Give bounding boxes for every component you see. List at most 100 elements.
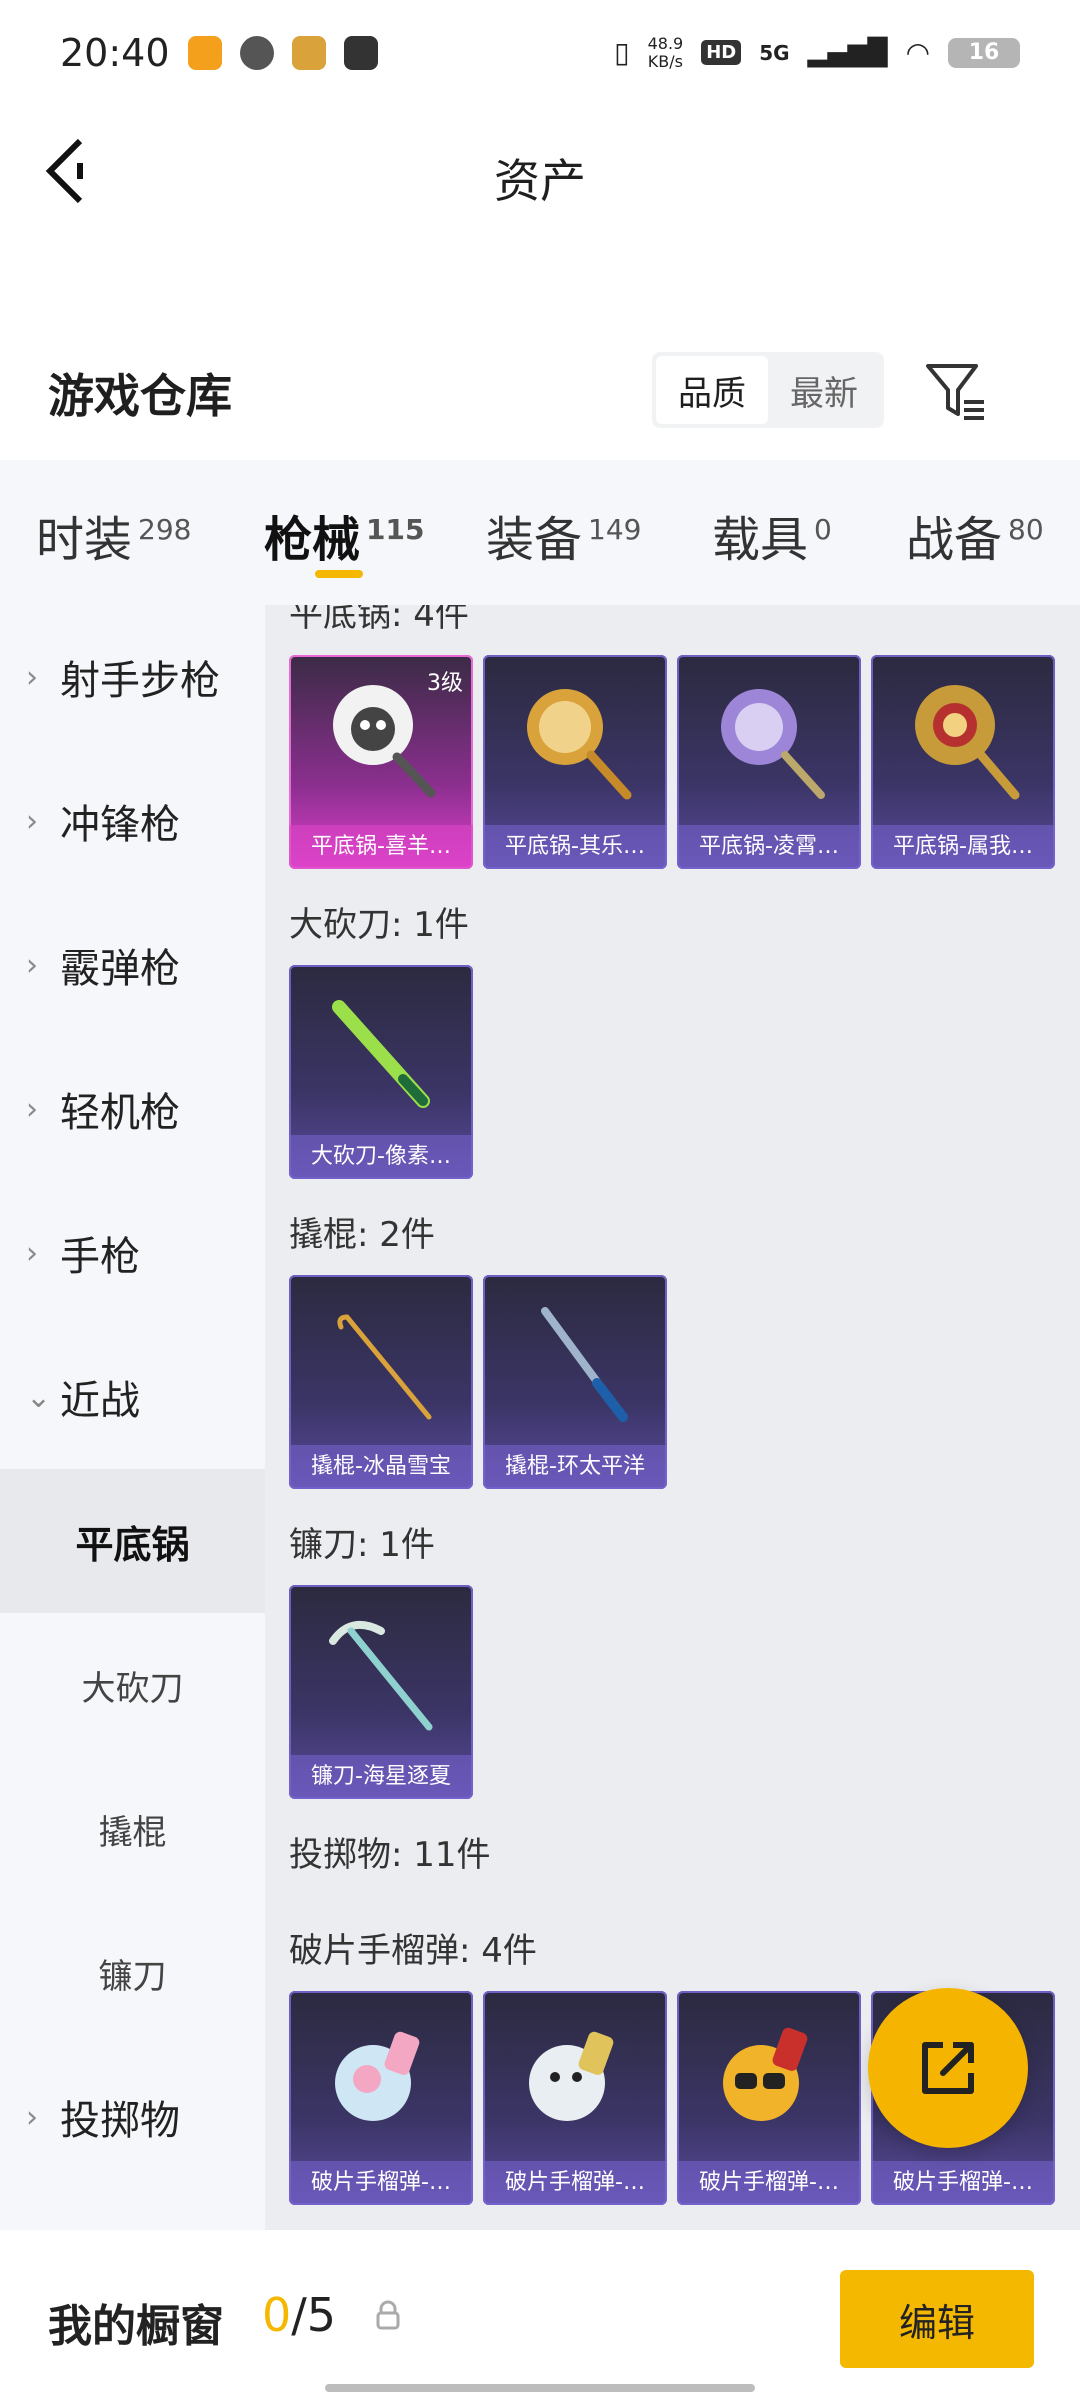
item-caption: 撬棍-环太平洋 bbox=[483, 1445, 667, 1489]
section-label-machete: 大砍刀: 1件 bbox=[289, 905, 469, 945]
machete-pixel-skin-icon bbox=[332, 1000, 430, 1108]
tab-label: 时装 bbox=[36, 512, 133, 568]
sidebar-item-shotgun[interactable]: › 霰弹枪 bbox=[0, 893, 265, 1037]
sidebar-item-marksman-rifle[interactable]: › 射手步枪 bbox=[0, 605, 265, 749]
pan-belong-skin-icon bbox=[915, 685, 1020, 800]
net-speed-value: 48.9 bbox=[647, 33, 684, 53]
sidebar-item-smg[interactable]: › 冲锋枪 bbox=[0, 749, 265, 893]
lock-icon bbox=[376, 2300, 400, 2330]
tab-supplies[interactable]: 战备 80 bbox=[906, 500, 1044, 570]
link-notification-icon bbox=[239, 35, 274, 70]
section-label-pan: 平底锅: 4件 bbox=[289, 605, 469, 635]
sidebar-subitem-pan[interactable]: 平底锅 bbox=[0, 1469, 265, 1613]
item-caption: 破片手榴弹-… bbox=[677, 2161, 861, 2205]
item-caption: 平底锅-喜羊… bbox=[289, 825, 473, 869]
section-label-crowbar: 撬棍: 2件 bbox=[289, 1215, 435, 1255]
sidebar-item-pistol[interactable]: › 手枪 bbox=[0, 1181, 265, 1325]
sidebar-item-label: 手枪 bbox=[60, 1234, 140, 1280]
tab-label: 装备 bbox=[486, 512, 583, 568]
pan-joy-skin-icon bbox=[527, 689, 632, 800]
showcase-count: 0/5 bbox=[262, 2288, 336, 2342]
item-card[interactable]: 破片手榴弹-… bbox=[677, 1991, 861, 2205]
item-card[interactable]: 平底锅-其乐… bbox=[483, 655, 667, 869]
net-speed-unit: KB/s bbox=[647, 51, 683, 71]
section-label-throwables: 投掷物: 11件 bbox=[289, 1835, 491, 1875]
battery-indicator: 16 bbox=[948, 37, 1020, 68]
item-card[interactable]: 撬棍-环太平洋 bbox=[483, 1275, 667, 1489]
item-card[interactable]: 3级 平底锅-喜羊… bbox=[289, 655, 473, 869]
message-notification-icon bbox=[343, 35, 378, 70]
filter-button[interactable] bbox=[920, 356, 990, 426]
chevron-right-icon: › bbox=[26, 659, 38, 695]
item-caption: 大砍刀-像素… bbox=[289, 1135, 473, 1179]
tab-equipment[interactable]: 装备 149 bbox=[486, 500, 641, 570]
sidebar-item-label: 投掷物 bbox=[60, 2098, 180, 2144]
grenade-skin-3-icon bbox=[723, 2027, 808, 2121]
tab-firearms[interactable]: 枪械 115 bbox=[264, 500, 424, 570]
showcase-current: 0 bbox=[262, 2288, 292, 2342]
sidebar-subitem-machete[interactable]: 大砍刀 bbox=[0, 1613, 265, 1757]
item-card[interactable]: 破片手榴弹-… bbox=[483, 1991, 667, 2205]
share-external-icon bbox=[922, 2042, 974, 2094]
tab-label: 载具 bbox=[712, 512, 809, 568]
sidebar-subitem-crowbar[interactable]: 撬棍 bbox=[0, 1757, 265, 1901]
chevron-right-icon: › bbox=[26, 2099, 38, 2135]
title-bar: 资产 bbox=[0, 105, 1080, 235]
tab-count: 0 bbox=[814, 513, 832, 546]
tab-count: 80 bbox=[1008, 513, 1044, 546]
sidebar-item-throwables[interactable]: › 投掷物 bbox=[0, 2045, 265, 2189]
tab-count: 298 bbox=[138, 513, 192, 546]
page-title: 资产 bbox=[494, 154, 586, 208]
sidebar-item-label: 冲锋枪 bbox=[60, 802, 180, 848]
share-fab-button[interactable] bbox=[868, 1988, 1028, 2148]
item-card[interactable]: 平底锅-属我… bbox=[871, 655, 1055, 869]
tab-count: 149 bbox=[588, 513, 642, 546]
sort-option-quality[interactable]: 品质 bbox=[656, 356, 768, 424]
status-bar: 20:40 ▯ 48.9 KB/s HD 5G ▂▄▆█ ◠ 16 bbox=[0, 0, 1080, 105]
item-caption: 平底锅-属我… bbox=[871, 825, 1055, 869]
app-notification-icon bbox=[187, 35, 222, 70]
net-speed: 48.9 KB/s bbox=[647, 33, 684, 71]
item-grid: 平底锅: 4件 3级 平底锅-喜羊… 平底锅-其乐… 平底锅-凌霄… 平底锅-属… bbox=[265, 605, 1080, 2230]
status-right: ▯ 48.9 KB/s HD 5G ▂▄▆█ ◠ 16 bbox=[614, 33, 1020, 71]
tab-label: 战备 bbox=[906, 512, 1003, 568]
chevron-right-icon: › bbox=[26, 1091, 38, 1127]
item-card[interactable]: 破片手榴弹-… bbox=[289, 1991, 473, 2205]
vibrate-icon: ▯ bbox=[614, 36, 630, 69]
pan-lingxiao-skin-icon bbox=[721, 689, 825, 799]
item-caption: 平底锅-凌霄… bbox=[677, 825, 861, 869]
showcase-total: /5 bbox=[291, 2288, 337, 2342]
signal-icon: ▂▄▆█ bbox=[807, 37, 888, 68]
sort-option-newest[interactable]: 最新 bbox=[768, 356, 880, 424]
home-indicator[interactable] bbox=[325, 2384, 755, 2392]
tab-label: 枪械 bbox=[264, 512, 361, 568]
sidebar-item-label: 射手步枪 bbox=[60, 658, 220, 704]
tab-count: 115 bbox=[366, 513, 425, 546]
grenade-skin-2-icon bbox=[529, 2031, 614, 2121]
warehouse-title: 游戏仓库 bbox=[48, 369, 232, 423]
item-card[interactable]: 撬棍-冰晶雪宝 bbox=[289, 1275, 473, 1489]
game-notification-icon bbox=[291, 35, 326, 70]
item-caption: 破片手榴弹-… bbox=[871, 2161, 1055, 2205]
sidebar-item-lmg[interactable]: › 轻机枪 bbox=[0, 1037, 265, 1181]
chevron-right-icon: › bbox=[26, 947, 38, 983]
tab-vehicles[interactable]: 载具 0 bbox=[712, 500, 832, 570]
sidebar: › 射手步枪 › 冲锋枪 › 霰弹枪 › 轻机枪 › 手枪 ⌄ 近战 平底锅 大… bbox=[0, 605, 265, 2230]
item-caption: 镰刀-海星逐夏 bbox=[289, 1755, 473, 1799]
hd-badge: HD bbox=[701, 40, 742, 65]
showcase-bar: 我的橱窗 0/5 编辑 bbox=[0, 2230, 1080, 2400]
item-caption: 平底锅-其乐… bbox=[483, 825, 667, 869]
item-level: 3级 bbox=[427, 671, 463, 696]
status-time: 20:40 bbox=[60, 30, 170, 75]
item-card[interactable]: 镰刀-海星逐夏 bbox=[289, 1585, 473, 1799]
edit-button[interactable]: 编辑 bbox=[840, 2270, 1034, 2368]
crowbar-pacific-skin-icon bbox=[541, 1307, 628, 1422]
sidebar-subitem-sickle[interactable]: 镰刀 bbox=[0, 1901, 265, 2045]
item-card[interactable]: 大砍刀-像素… bbox=[289, 965, 473, 1179]
chevron-down-icon: ⌄ bbox=[26, 1379, 52, 1415]
sidebar-item-melee[interactable]: ⌄ 近战 bbox=[0, 1325, 265, 1469]
item-card[interactable]: 平底锅-凌霄… bbox=[677, 655, 861, 869]
tab-fashion[interactable]: 时装 298 bbox=[36, 500, 191, 570]
category-tabs: 时装 298 枪械 115 装备 149 载具 0 战备 80 bbox=[0, 460, 1080, 605]
grenade-skin-1-icon bbox=[335, 2031, 420, 2121]
